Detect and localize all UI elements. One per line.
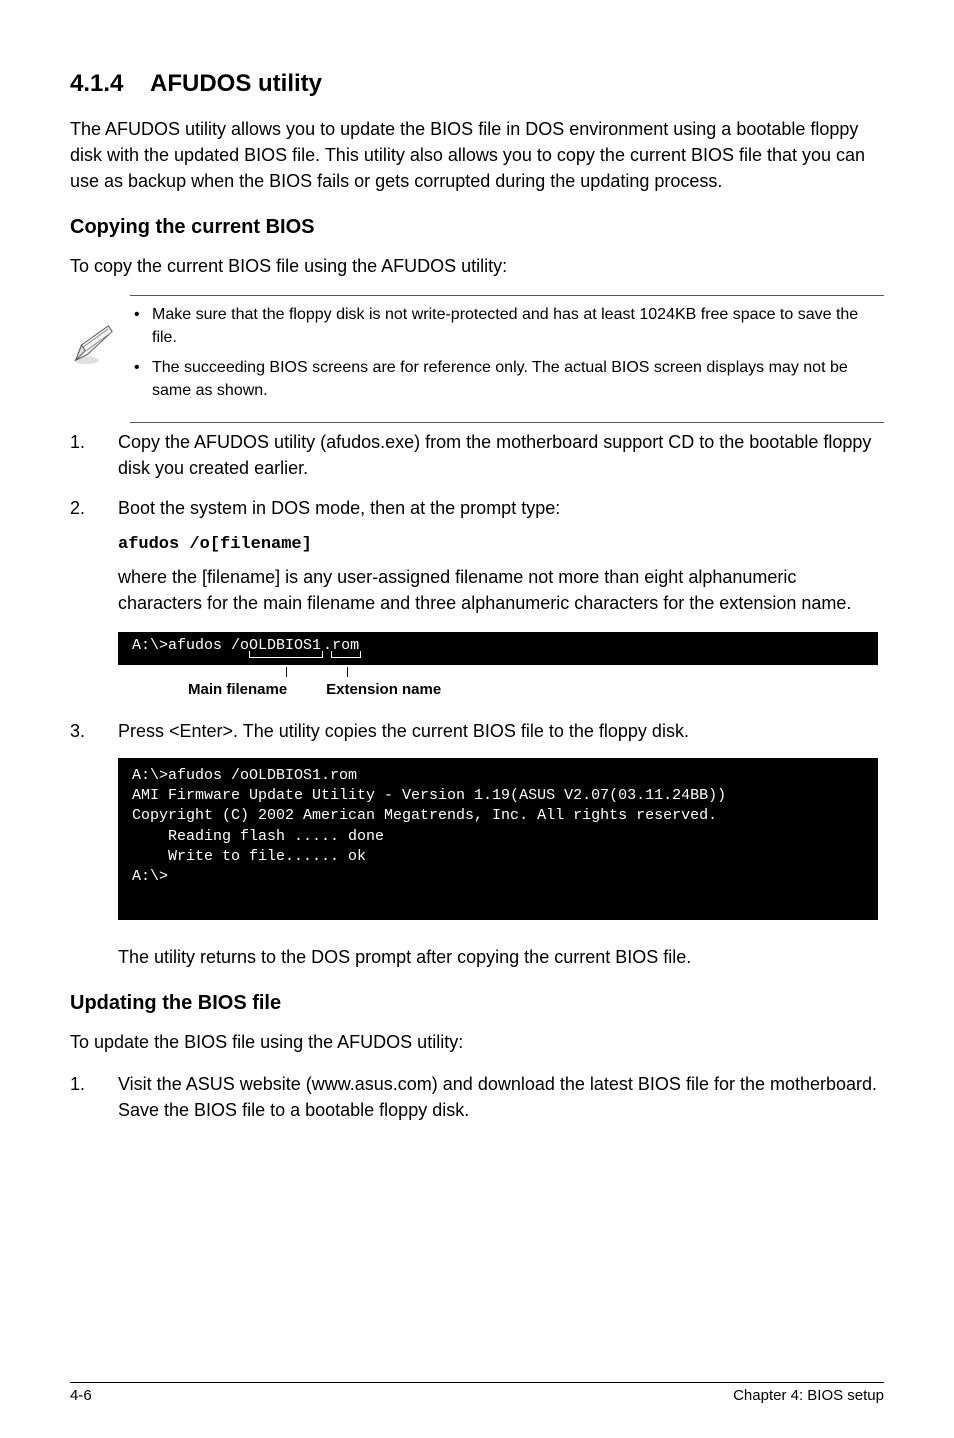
step-item: 1. Visit the ASUS website (www.asus.com)… xyxy=(70,1071,884,1123)
step-number: 2. xyxy=(70,495,85,521)
updating-heading: Updating the BIOS file xyxy=(70,992,884,1015)
section-title: AFUDOS utility xyxy=(150,70,322,97)
chapter-label: Chapter 4: BIOS setup xyxy=(733,1387,884,1404)
step-text: Boot the system in DOS mode, then at the… xyxy=(118,498,560,518)
terminal-output: A:\>afudos /oOLDBIOS1.rom AMI Firmware U… xyxy=(118,758,878,920)
divider xyxy=(130,295,884,296)
copying-heading: Copying the current BIOS xyxy=(70,216,884,239)
step-number: 1. xyxy=(70,429,85,455)
page-number: 4-6 xyxy=(70,1387,92,1404)
note-item: The succeeding BIOS screens are for refe… xyxy=(130,357,884,402)
page-footer: 4-6 Chapter 4: BIOS setup xyxy=(70,1382,884,1404)
section-intro: The AFUDOS utility allows you to update … xyxy=(70,116,884,194)
note-item: Make sure that the floppy disk is not wr… xyxy=(130,304,884,349)
filename-connectors xyxy=(118,667,884,677)
updating-intro: To update the BIOS file using the AFUDOS… xyxy=(70,1029,884,1055)
terminal-output: A:\>afudos /oOLDBIOS1.rom xyxy=(118,632,878,664)
step-item: 1. Copy the AFUDOS utility (afudos.exe) … xyxy=(70,429,884,481)
pencil-note-icon xyxy=(70,322,116,368)
command-explain: where the [filename] is any user-assigne… xyxy=(118,564,884,616)
step-number: 1. xyxy=(70,1071,85,1097)
note-box: Make sure that the floppy disk is not wr… xyxy=(70,304,884,402)
step-number: 3. xyxy=(70,718,85,744)
section-heading: 4.1.4AFUDOS utility xyxy=(70,70,884,98)
after-terminal-text: The utility returns to the DOS prompt af… xyxy=(118,944,884,970)
step-text: Press <Enter>. The utility copies the cu… xyxy=(118,721,689,741)
extension-name-label: Extension name xyxy=(322,681,441,698)
copying-intro: To copy the current BIOS file using the … xyxy=(70,253,884,279)
terminal-text: A:\>afudos /oOLDBIOS1.rom xyxy=(132,637,361,654)
step-text: Copy the AFUDOS utility (afudos.exe) fro… xyxy=(118,432,871,478)
step-item: 2. Boot the system in DOS mode, then at … xyxy=(70,495,884,521)
step-item: 3. Press <Enter>. The utility copies the… xyxy=(70,718,884,744)
filename-labels: Main filename Extension name xyxy=(118,681,884,698)
main-filename-label: Main filename xyxy=(118,681,318,698)
section-number: 4.1.4 xyxy=(70,70,150,98)
command-code: afudos /o[filename] xyxy=(118,535,884,554)
step-text: Visit the ASUS website (www.asus.com) an… xyxy=(118,1074,877,1120)
divider xyxy=(130,422,884,423)
